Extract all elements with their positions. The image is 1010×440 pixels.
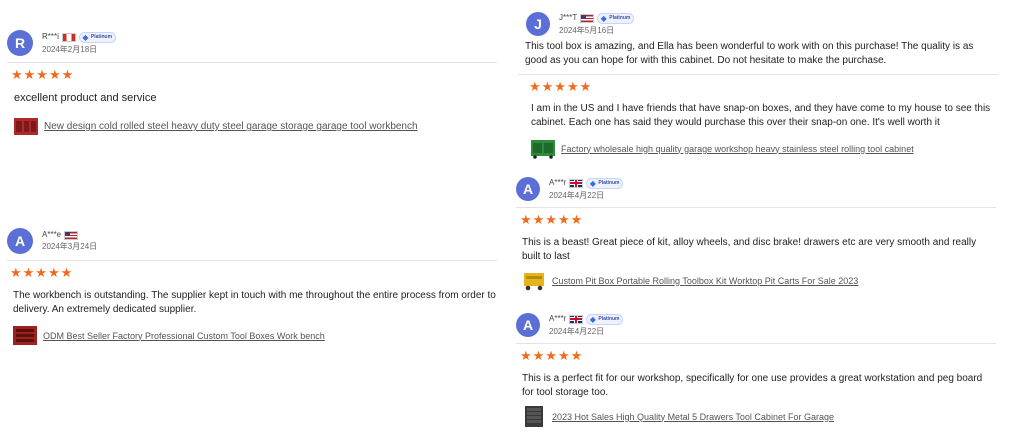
product-link-row[interactable]: New design cold rolled steel heavy duty … [7, 116, 497, 137]
review-header: A A***e 2024年3月24日 [7, 228, 497, 254]
platinum-badge: ◆ Platinum [597, 12, 635, 24]
diamond-icon: ◆ [600, 13, 607, 23]
diamond-icon: ◆ [589, 314, 596, 324]
star-rating: ★★★★★ [518, 74, 998, 95]
product-link[interactable]: Custom Pit Box Portable Rolling Toolbox … [552, 276, 858, 286]
product-link[interactable]: 2023 Hot Sales High Quality Metal 5 Draw… [552, 412, 834, 422]
review-header: J J***T ◆ Platinum 2024年5月16日 [526, 12, 998, 36]
review-text: This is a perfect fit for our workshop, … [522, 373, 983, 398]
review-card: A A***e 2024年3月24日 ★★★★★ The workbench i… [7, 228, 497, 346]
platinum-badge: ◆ Platinum [78, 31, 117, 43]
flag-ca-icon [61, 32, 76, 42]
review-card: A A***r ◆ Platinum 2024年4月22日 ★★★★★ This… [516, 313, 996, 427]
review-header: R R***i ◆ Platinum 2024年2月18日 [7, 30, 497, 56]
review-text: This tool box is amazing, and Ella has b… [525, 41, 974, 66]
reviewer-name: R***i [42, 32, 59, 41]
review-header: A A***r ◆ Platinum 2024年4月22日 [516, 177, 996, 201]
product-link-row[interactable]: ODM Best Seller Factory Professional Cus… [7, 325, 497, 346]
product-link-row[interactable]: Custom Pit Box Portable Rolling Toolbox … [516, 270, 996, 291]
diamond-icon: ◆ [589, 178, 596, 188]
review-text: This is a beast! Great piece of kit, all… [522, 237, 977, 262]
reviewer-name: A***r [549, 314, 567, 323]
avatar: A [516, 177, 540, 201]
star-rating: ★★★★★ [7, 62, 497, 83]
flag-uk-icon [569, 314, 584, 324]
product-thumbnail [14, 118, 38, 135]
reviewer-name: J***T [559, 13, 578, 22]
review-header: A A***r ◆ Platinum 2024年4月22日 [516, 313, 996, 337]
review-date: 2024年5月16日 [559, 25, 615, 35]
product-link[interactable]: Factory wholesale high quality garage wo… [561, 144, 914, 154]
reviewer-name: A***r [549, 178, 567, 187]
review-card: R R***i ◆ Platinum 2024年2月18日 ★★★★★ exce… [7, 30, 497, 137]
product-link-row[interactable]: Factory wholesale high quality garage wo… [518, 138, 998, 159]
avatar: J [526, 12, 550, 36]
product-thumbnail [13, 326, 37, 345]
diamond-icon: ◆ [82, 32, 89, 42]
flag-us-icon [64, 230, 79, 240]
review-date: 2024年4月22日 [549, 190, 605, 200]
avatar: A [516, 313, 540, 337]
reviewer-name: A***e [42, 230, 62, 239]
star-rating: ★★★★★ [516, 343, 996, 364]
review-card: A A***r ◆ Platinum 2024年4月22日 ★★★★★ This… [516, 177, 996, 291]
review-text: excellent product and service [14, 92, 157, 104]
review-card: J J***T ◆ Platinum 2024年5月16日 This tool … [518, 12, 998, 159]
review-text: The workbench is outstanding. The suppli… [13, 290, 496, 315]
review-date: 2024年2月18日 [42, 44, 98, 54]
platinum-badge: ◆ Platinum [586, 313, 624, 325]
product-link[interactable]: New design cold rolled steel heavy duty … [44, 121, 418, 132]
product-thumbnail [524, 273, 544, 291]
product-thumbnail [531, 140, 555, 159]
flag-uk-icon [569, 178, 584, 188]
review-date: 2024年4月22日 [549, 326, 605, 336]
product-thumbnail [525, 406, 543, 427]
review-date: 2024年3月24日 [42, 242, 98, 251]
product-link[interactable]: ODM Best Seller Factory Professional Cus… [43, 331, 325, 341]
star-rating: ★★★★★ [7, 260, 497, 281]
avatar: A [7, 228, 33, 254]
review-text: I am in the US and I have friends that h… [531, 103, 991, 128]
platinum-badge: ◆ Platinum [586, 177, 624, 189]
avatar: R [7, 30, 33, 56]
star-rating: ★★★★★ [516, 207, 996, 228]
product-link-row[interactable]: 2023 Hot Sales High Quality Metal 5 Draw… [516, 406, 996, 427]
flag-us-icon [580, 13, 595, 23]
